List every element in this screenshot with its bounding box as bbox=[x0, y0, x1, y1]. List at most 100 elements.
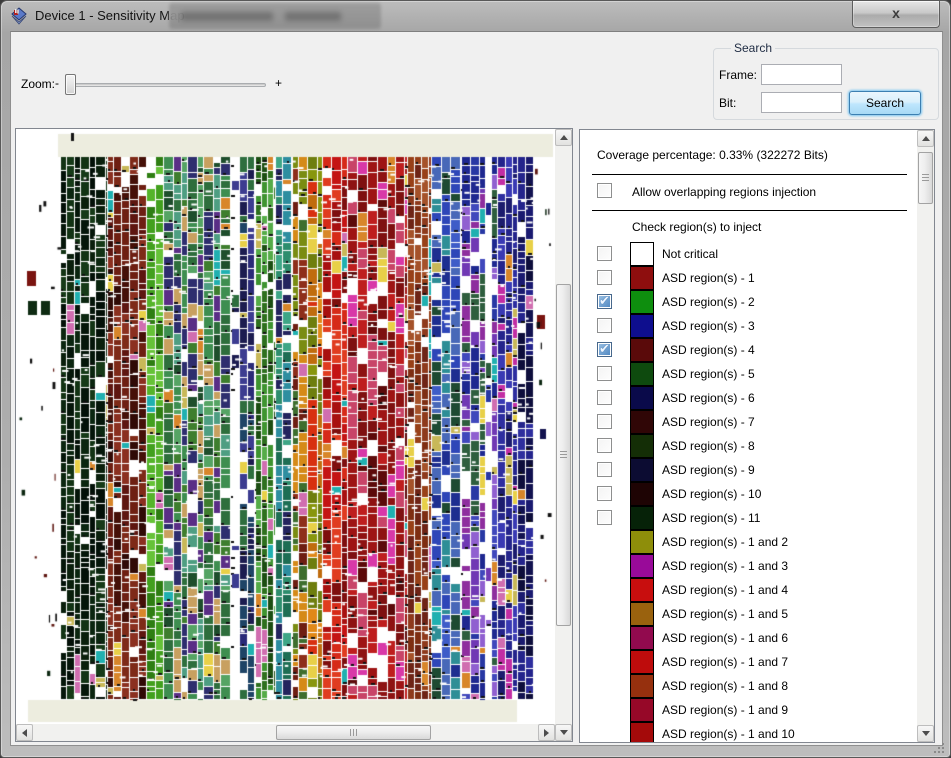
region-row: ASD region(s) - 1 and 3 bbox=[580, 554, 917, 578]
region-row: ASD region(s) - 3 bbox=[580, 314, 917, 338]
region-label: ASD region(s) - 10 bbox=[662, 482, 761, 506]
region-swatch bbox=[630, 386, 654, 410]
region-checkbox[interactable] bbox=[597, 294, 612, 309]
region-checkbox[interactable] bbox=[597, 486, 612, 501]
map-horizontal-scroll-thumb[interactable] bbox=[276, 725, 431, 740]
region-checkbox[interactable] bbox=[597, 342, 612, 357]
background-window-ghost bbox=[169, 3, 381, 29]
region-label: ASD region(s) - 1 and 6 bbox=[662, 626, 788, 650]
panel-vertical-scroll-thumb[interactable] bbox=[918, 152, 933, 204]
region-swatch bbox=[630, 410, 654, 434]
region-swatch bbox=[630, 626, 654, 650]
down-arrow-icon bbox=[560, 730, 568, 735]
region-row: ASD region(s) - 1 and 9 bbox=[580, 698, 917, 722]
region-swatch bbox=[630, 338, 654, 362]
region-row: ASD region(s) - 1 and 2 bbox=[580, 530, 917, 554]
close-button[interactable]: x bbox=[852, 1, 940, 28]
down-arrow-icon bbox=[922, 731, 930, 736]
region-checkbox[interactable] bbox=[597, 510, 612, 525]
region-checkbox[interactable] bbox=[597, 318, 612, 333]
thumb-grip-icon bbox=[350, 729, 358, 736]
map-scroll-up-button[interactable] bbox=[555, 129, 572, 146]
region-label: ASD region(s) - 1 and 4 bbox=[662, 578, 788, 602]
region-label: ASD region(s) - 2 bbox=[662, 290, 755, 314]
thumb-grip-icon bbox=[560, 451, 567, 459]
zoom-plus-label: + bbox=[275, 76, 282, 90]
region-checkbox[interactable] bbox=[597, 366, 612, 381]
window: Device 1 - Sensitivity Map x Zoom: - + S… bbox=[0, 0, 951, 758]
region-swatch bbox=[630, 578, 654, 602]
region-panel: Coverage percentage: 0.33% (322272 Bits)… bbox=[579, 129, 935, 743]
map-vertical-scroll-thumb[interactable] bbox=[556, 284, 571, 626]
region-label: ASD region(s) - 9 bbox=[662, 458, 755, 482]
region-row: ASD region(s) - 1 and 10 bbox=[580, 722, 917, 743]
region-swatch bbox=[630, 314, 654, 338]
heatmap-canvas[interactable] bbox=[16, 129, 555, 724]
region-label: Not critical bbox=[662, 242, 718, 266]
region-swatch bbox=[630, 674, 654, 698]
region-checkbox[interactable] bbox=[597, 414, 612, 429]
window-title: Device 1 - Sensitivity Map bbox=[35, 8, 185, 23]
region-swatch bbox=[630, 722, 654, 743]
region-list: Not critical ASD region(s) - 1 ASD regio… bbox=[580, 242, 917, 743]
region-label: ASD region(s) - 1 and 2 bbox=[662, 530, 788, 554]
region-row: ASD region(s) - 1 and 5 bbox=[580, 602, 917, 626]
region-label: ASD region(s) - 6 bbox=[662, 386, 755, 410]
region-label: ASD region(s) - 5 bbox=[662, 362, 755, 386]
region-label: ASD region(s) - 1 and 3 bbox=[662, 554, 788, 578]
panel-scroll-down-button[interactable] bbox=[917, 725, 934, 742]
region-checkbox[interactable] bbox=[597, 246, 612, 261]
region-label: ASD region(s) - 1 and 9 bbox=[662, 698, 788, 722]
map-vertical-scrollbar[interactable] bbox=[555, 129, 572, 741]
map-scroll-down-button[interactable] bbox=[555, 724, 572, 741]
search-button[interactable]: Search bbox=[849, 91, 921, 115]
bit-label: Bit: bbox=[719, 96, 736, 110]
zoom-slider-thumb[interactable] bbox=[65, 74, 76, 95]
region-row: ASD region(s) - 6 bbox=[580, 386, 917, 410]
region-row: ASD region(s) - 1 and 6 bbox=[580, 626, 917, 650]
region-row: ASD region(s) - 1 and 4 bbox=[580, 578, 917, 602]
overlap-checkbox[interactable] bbox=[597, 183, 612, 198]
bit-input[interactable] bbox=[761, 92, 842, 113]
region-swatch bbox=[630, 650, 654, 674]
title-bar[interactable]: Device 1 - Sensitivity Map x bbox=[1, 1, 950, 31]
region-swatch bbox=[630, 458, 654, 482]
region-row: Not critical bbox=[580, 242, 917, 266]
region-swatch bbox=[630, 602, 654, 626]
close-icon: x bbox=[892, 5, 900, 21]
coverage-text: Coverage percentage: 0.33% (322272 Bits) bbox=[597, 148, 828, 162]
up-arrow-icon bbox=[560, 135, 568, 140]
region-row: ASD region(s) - 7 bbox=[580, 410, 917, 434]
region-swatch bbox=[630, 242, 654, 266]
region-label: ASD region(s) - 1 and 8 bbox=[662, 674, 788, 698]
region-label: ASD region(s) - 1 bbox=[662, 266, 755, 290]
zoom-slider-track[interactable] bbox=[65, 83, 266, 87]
map-scroll-right-button[interactable] bbox=[538, 724, 555, 741]
region-checkbox[interactable] bbox=[597, 462, 612, 477]
overlap-label: Allow overlapping regions injection bbox=[632, 185, 816, 199]
region-row: ASD region(s) - 1 bbox=[580, 266, 917, 290]
region-row: ASD region(s) - 5 bbox=[580, 362, 917, 386]
frame-input[interactable] bbox=[761, 64, 842, 85]
panel-scroll-up-button[interactable] bbox=[917, 130, 934, 147]
region-label: ASD region(s) - 7 bbox=[662, 410, 755, 434]
separator bbox=[592, 174, 907, 175]
region-label: ASD region(s) - 3 bbox=[662, 314, 755, 338]
region-list-header: Check region(s) to inject bbox=[632, 220, 761, 234]
map-scroll-left-button[interactable] bbox=[16, 724, 33, 741]
region-label: ASD region(s) - 4 bbox=[662, 338, 755, 362]
region-label: ASD region(s) - 11 bbox=[662, 506, 760, 530]
region-label: ASD region(s) - 8 bbox=[662, 434, 755, 458]
map-horizontal-scrollbar[interactable] bbox=[16, 724, 555, 741]
app-icon bbox=[10, 7, 28, 25]
resize-grip[interactable] bbox=[933, 742, 946, 755]
frame-label: Frame: bbox=[719, 68, 757, 82]
region-checkbox[interactable] bbox=[597, 270, 612, 285]
region-checkbox[interactable] bbox=[597, 438, 612, 453]
zoom-label: Zoom: bbox=[21, 77, 55, 91]
panel-vertical-scrollbar[interactable] bbox=[917, 130, 934, 742]
sensitivity-map-panel bbox=[15, 128, 573, 742]
region-swatch bbox=[630, 266, 654, 290]
up-arrow-icon bbox=[922, 136, 930, 141]
region-checkbox[interactable] bbox=[597, 390, 612, 405]
